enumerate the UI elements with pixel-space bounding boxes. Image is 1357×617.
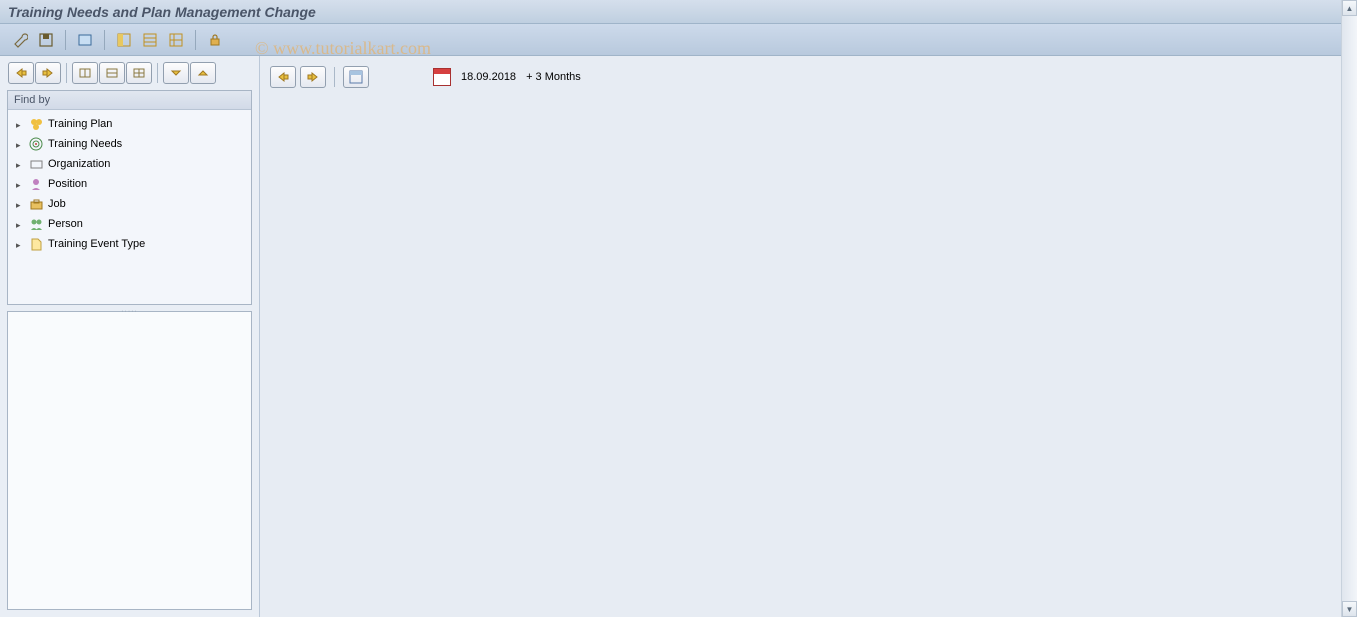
tree-item-event-type[interactable]: ▸ Training Event Type [10,234,249,254]
tree-item-label: Job [48,198,66,210]
tree-expand-icon: ▸ [16,140,24,148]
lock-icon[interactable] [203,29,227,51]
tree-expand-icon: ▸ [16,180,24,188]
calendar-icon[interactable] [433,68,451,86]
save-icon[interactable] [34,29,58,51]
right-panel: 18.09.2018 + 3 Months [260,56,1357,617]
date-section: 18.09.2018 + 3 Months [433,68,581,86]
left-panel-toolbar [4,60,255,90]
date-value: 18.09.2018 [461,71,516,83]
org-icon [28,156,44,172]
application-toolbar [0,24,1357,56]
toolbar-separator [195,30,196,50]
details-icon[interactable] [73,29,97,51]
content-forward-button[interactable] [300,66,326,88]
scroll-down-icon[interactable]: ▼ [1342,601,1357,617]
tree-expand-icon: ▸ [16,220,24,228]
toolbar-separator [334,67,335,87]
tree-item-position[interactable]: ▸ Position [10,174,249,194]
expand-button[interactable] [190,62,216,84]
toolbar-separator [104,30,105,50]
tree-tool1-button[interactable] [72,62,98,84]
vertical-scrollbar[interactable]: ▲ ▼ [1341,0,1357,617]
find-by-panel: Find by ▸ Training Plan ▸ Training Needs [7,90,252,305]
tree-item-label: Training Event Type [48,238,145,250]
plan-icon [28,116,44,132]
job-icon [28,196,44,212]
find-by-header: Find by [8,91,251,110]
tree-item-label: Person [48,218,83,230]
tree-item-label: Position [48,178,87,190]
nav-back-button[interactable] [8,62,34,84]
right-toolbar: 18.09.2018 + 3 Months [266,62,1351,92]
tree-item-organization[interactable]: ▸ Organization [10,154,249,174]
horizontal-splitter[interactable]: ····· [121,308,138,315]
tree-expand-icon: ▸ [16,240,24,248]
tree-item-training-plan[interactable]: ▸ Training Plan [10,114,249,134]
layout2-icon[interactable] [138,29,162,51]
document-icon [28,236,44,252]
date-delta: + 3 Months [526,71,581,83]
layout3-icon[interactable] [164,29,188,51]
toolbar-separator [65,30,66,50]
nav-forward-button[interactable] [35,62,61,84]
position-icon [28,176,44,192]
detail-panel: ····· [7,311,252,610]
tree-expand-icon: ▸ [16,160,24,168]
tree-item-training-needs[interactable]: ▸ Training Needs [10,134,249,154]
title-text: Training Needs and Plan Management Chang… [8,4,316,20]
scroll-up-icon[interactable]: ▲ [1342,0,1357,16]
person-icon [28,216,44,232]
tree-item-label: Training Plan [48,118,112,130]
content-layout-button[interactable] [343,66,369,88]
collapse-button[interactable] [163,62,189,84]
tree-expand-icon: ▸ [16,120,24,128]
toolbar-separator [66,63,67,83]
left-panel: Find by ▸ Training Plan ▸ Training Needs [0,56,260,617]
content-area: Find by ▸ Training Plan ▸ Training Needs [0,56,1357,617]
toolbar-separator [157,63,158,83]
toggle-wrench-icon[interactable] [8,29,32,51]
tree-item-label: Organization [48,158,110,170]
tree-view: ▸ Training Plan ▸ Training Needs ▸ [8,110,251,258]
tree-tool2-button[interactable] [99,62,125,84]
tree-expand-icon: ▸ [16,200,24,208]
tree-item-person[interactable]: ▸ Person [10,214,249,234]
tree-item-job[interactable]: ▸ Job [10,194,249,214]
tree-tool3-button[interactable] [126,62,152,84]
layout1-icon[interactable] [112,29,136,51]
title-bar: Training Needs and Plan Management Chang… [0,0,1357,24]
content-back-button[interactable] [270,66,296,88]
tree-item-label: Training Needs [48,138,122,150]
target-icon [28,136,44,152]
